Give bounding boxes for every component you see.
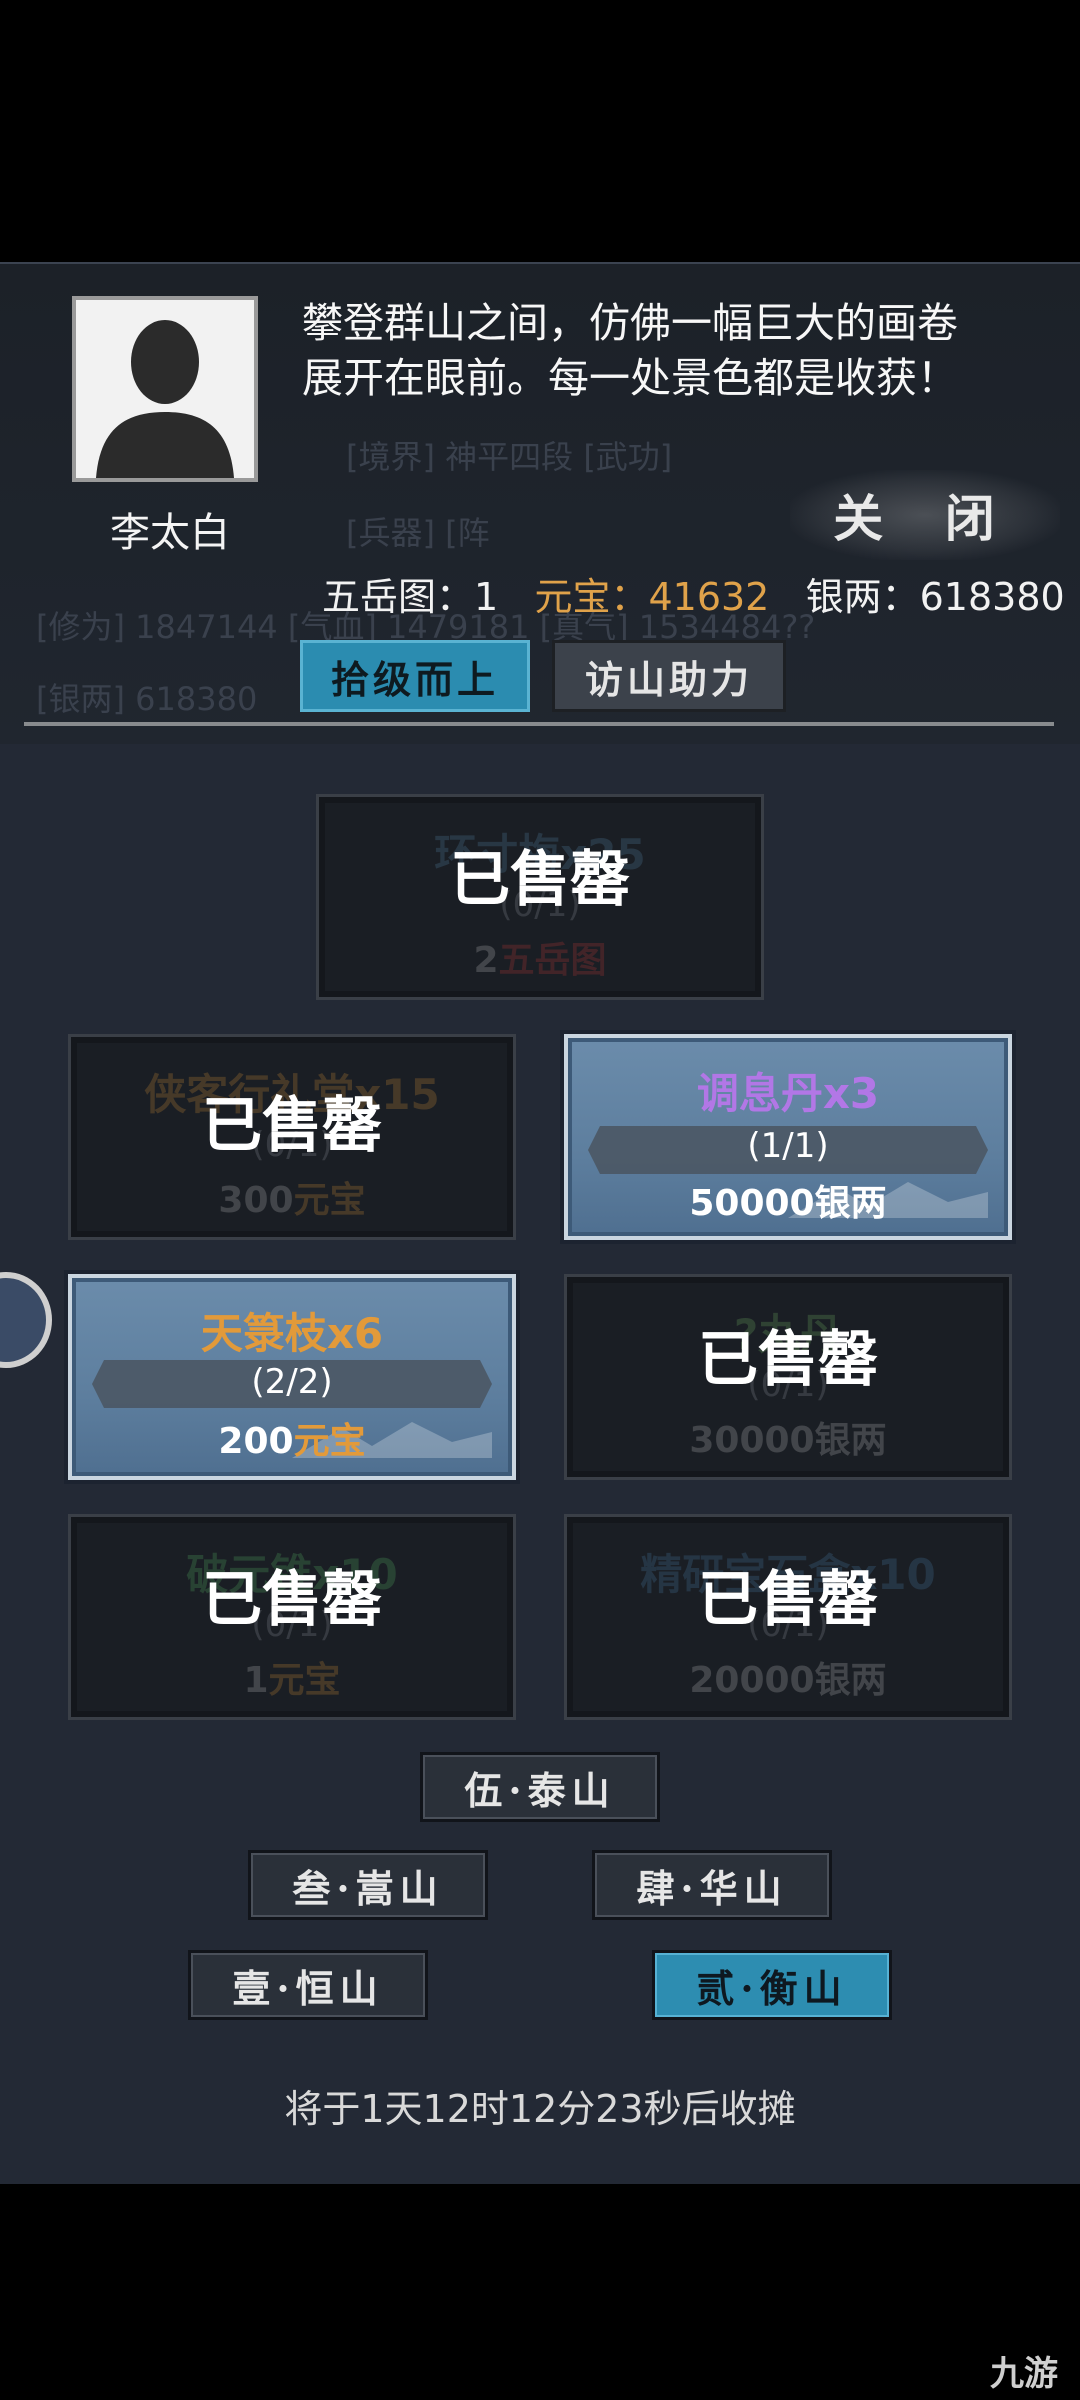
mountain-taishan-button[interactable]: 伍·泰山 [420,1752,660,1822]
close-button[interactable]: 关 闭 [790,470,1060,560]
shop-item-6[interactable]: 精研宝石盒x10 (0/1) 20000银两 已售罄 [564,1514,1012,1720]
close-timer: 将于1天12时12分23秒后收摊 [284,2087,796,2131]
mountain-songshan-button[interactable]: 叁·嵩山 [248,1850,488,1920]
bg-text-realm: [境界] 神平四段 [武功] [346,438,673,476]
yuanbao-value: 41632 [648,575,770,619]
character-name: 李太白 [110,510,230,556]
item-price: 50000银两 [689,1183,887,1224]
resource-bar: 五岳图：1 元宝：41632 银两：618380 [322,566,1065,621]
item-price: 300元宝 [218,1180,366,1221]
item-price: 30000银两 [689,1420,887,1461]
map-value: 1 [474,575,499,619]
item-count: (1/1) [747,1126,829,1166]
sold-out-label: 已售罄 [698,1565,878,1635]
mountain-hengshan-north-button[interactable]: 壹·恒山 [188,1950,428,2020]
item-price: 20000银两 [689,1660,887,1701]
shop-item-3[interactable]: 天箓枝x6 (2/2) 200元宝 [68,1274,516,1480]
shop-item-2[interactable]: 调息丹x3 (1/1) 50000银两 [564,1034,1012,1240]
tab-climb[interactable]: 拾级而上 [300,640,530,712]
bg-text-weapon: [兵器] [阵 [346,514,490,552]
watermark-logo: 九游 [990,2354,1058,2394]
shop-item-5[interactable]: 破元锥x10 (0/1) 1元宝 已售罄 [68,1514,516,1720]
item-price: 1元宝 [243,1660,341,1701]
sold-out-label: 已售罄 [698,1325,878,1395]
item-title: 天箓枝x6 [200,1309,384,1358]
item-title: 调息丹x3 [696,1069,880,1118]
silver-label: 银两： [805,575,920,619]
avatar[interactable] [72,296,258,482]
yuanbao-label: 元宝： [534,575,649,619]
shop-item-4[interactable]: ?丸丹 (0/1) 30000银两 已售罄 [564,1274,1012,1480]
silver-value: 618380 [919,575,1065,619]
sold-out-label: 已售罄 [202,1091,382,1161]
mountain-huashan-button[interactable]: 肆·华山 [592,1850,832,1920]
shop-item-1[interactable]: 侠客行礼堂x15 (0/1) 300元宝 已售罄 [68,1034,516,1240]
sold-out-label: 已售罄 [202,1565,382,1635]
shop-item-0[interactable]: 环寸梅x25 (0/1) 2五岳图 已售罄 [316,794,764,1000]
item-price: 200元宝 [218,1421,366,1462]
dialog-text: 攀登群山之间，仿佛一幅巨大的画卷 展开在眼前。每一处景色都是收获！ [302,296,1022,406]
silhouette-icon [76,300,254,478]
sold-out-label: 已售罄 [450,845,630,915]
dialog-line-2: 展开在眼前。每一处景色都是收获！ [302,354,958,402]
bg-text-silver: [银两] 618380 [36,680,258,718]
item-price: 2五岳图 [473,940,607,981]
dialog-line-1: 攀登群山之间，仿佛一幅巨大的画卷 [302,299,958,347]
item-count: (2/2) [251,1362,333,1402]
header-divider [24,722,1054,726]
mountain-hengshan-south-button[interactable]: 贰·衡山 [652,1950,892,2020]
tab-assist[interactable]: 访山助力 [552,640,786,712]
map-label: 五岳图： [322,575,475,619]
